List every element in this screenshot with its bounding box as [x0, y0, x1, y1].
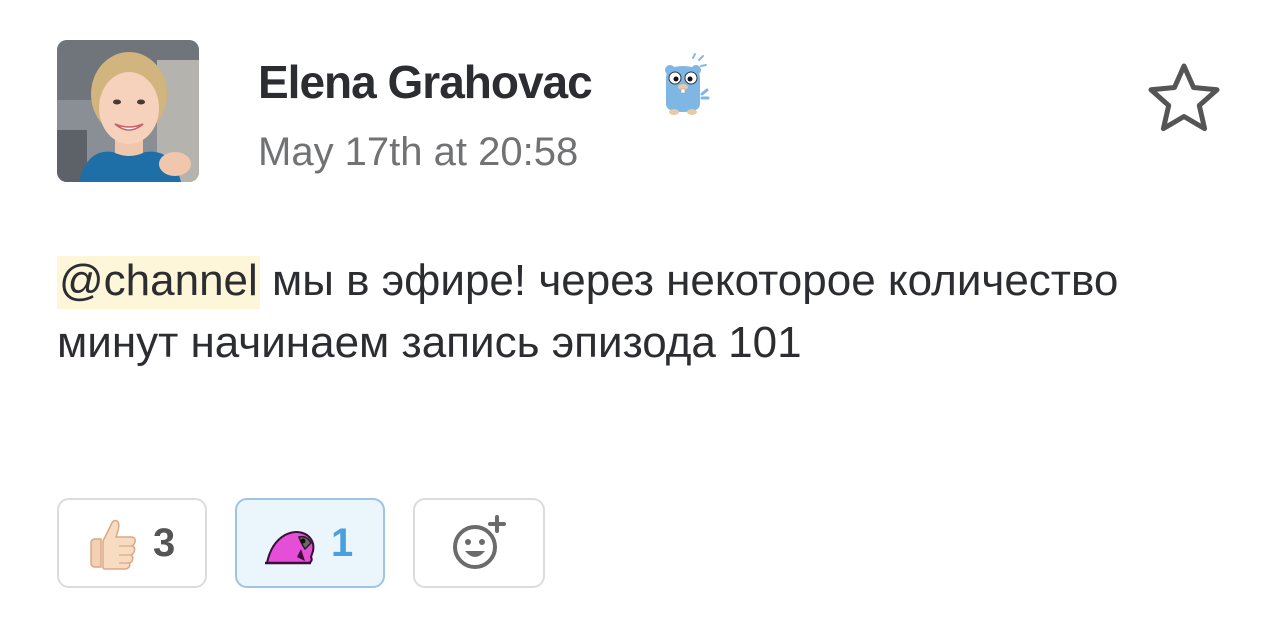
parrot-icon: [265, 531, 315, 565]
star-button[interactable]: [1144, 60, 1224, 136]
star-outline-icon: [1148, 63, 1220, 132]
thumbs-up-icon: [90, 519, 136, 570]
author-name[interactable]: Elena Grahovac: [258, 56, 593, 108]
message-body: @channel мы в эфире! через некоторое кол…: [57, 250, 1237, 374]
channel-mention[interactable]: @channel: [57, 256, 260, 309]
reaction-thumbs-up[interactable]: 3: [57, 498, 207, 588]
reaction-count: 1: [331, 521, 354, 565]
gopher-icon: [660, 52, 712, 116]
add-reaction-button[interactable]: [413, 498, 545, 588]
message-timestamp[interactable]: May 17th at 20:58: [258, 128, 578, 176]
add-reaction-icon: [453, 515, 506, 569]
reaction-count: 3: [153, 521, 176, 565]
reaction-parrot[interactable]: 1: [235, 498, 385, 588]
avatar[interactable]: [57, 40, 199, 182]
avatar-photo: [57, 40, 199, 182]
message: Elena Grahovac May 17th at 20:58 @channe…: [0, 0, 1280, 618]
